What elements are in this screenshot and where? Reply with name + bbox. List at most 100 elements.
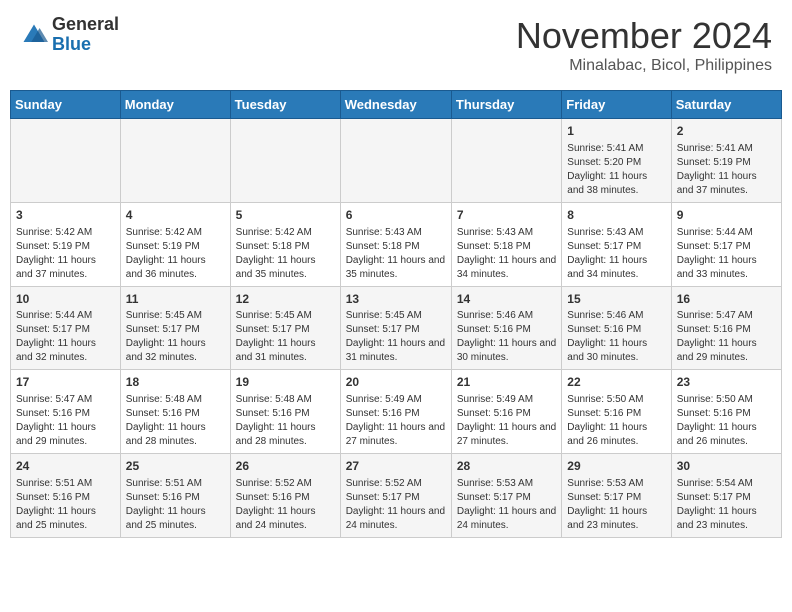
calendar-cell: 1 Sunrise: 5:41 AMSunset: 5:20 PMDaylight…: [562, 119, 671, 203]
month-title: November 2024: [516, 15, 772, 57]
day-number: 13: [346, 291, 446, 308]
calendar-table: SundayMondayTuesdayWednesdayThursdayFrid…: [10, 90, 782, 538]
title-block: November 2024 Minalabac, Bicol, Philippi…: [516, 15, 772, 75]
day-info: Sunrise: 5:49 AMSunset: 5:16 PMDaylight:…: [457, 393, 556, 449]
logo: General Blue: [20, 15, 119, 55]
calendar-week-row: 3 Sunrise: 5:42 AMSunset: 5:19 PMDaylight…: [11, 202, 782, 286]
day-info: Sunrise: 5:44 AMSunset: 5:17 PMDaylight:…: [677, 226, 776, 282]
day-info: Sunrise: 5:53 AMSunset: 5:17 PMDaylight:…: [567, 477, 665, 533]
day-number: 10: [16, 291, 115, 308]
day-number: 19: [236, 374, 335, 391]
calendar-cell: 17 Sunrise: 5:47 AMSunset: 5:16 PMDayligh…: [11, 370, 121, 454]
calendar-week-row: 10Sunrise: 5:44 AMSunset: 5:17 PMDayligh…: [11, 286, 782, 370]
day-info: Sunrise: 5:41 AMSunset: 5:20 PMDaylight:…: [567, 142, 665, 198]
weekday-header: Thursday: [451, 91, 561, 119]
day-number: 26: [236, 458, 335, 475]
calendar-cell: 19 Sunrise: 5:48 AMSunset: 5:16 PMDayligh…: [230, 370, 340, 454]
calendar-cell: 13Sunrise: 5:45 AMSunset: 5:17 PMDayligh…: [340, 286, 451, 370]
calendar-cell: [120, 119, 230, 203]
day-number: 11: [126, 291, 225, 308]
calendar-cell: 5 Sunrise: 5:42 AMSunset: 5:18 PMDaylight…: [230, 202, 340, 286]
day-number: 22: [567, 374, 665, 391]
calendar-cell: 11Sunrise: 5:45 AMSunset: 5:17 PMDayligh…: [120, 286, 230, 370]
day-info: Sunrise: 5:52 AMSunset: 5:17 PMDaylight:…: [346, 477, 446, 533]
day-info: Sunrise: 5:41 AMSunset: 5:19 PMDaylight:…: [677, 142, 776, 198]
day-info: Sunrise: 5:43 AMSunset: 5:18 PMDaylight:…: [457, 226, 556, 282]
calendar-cell: 8 Sunrise: 5:43 AMSunset: 5:17 PMDaylight…: [562, 202, 671, 286]
day-number: 6: [346, 207, 446, 224]
calendar-cell: [11, 119, 121, 203]
day-info: Sunrise: 5:47 AMSunset: 5:16 PMDaylight:…: [16, 393, 115, 449]
day-number: 8: [567, 207, 665, 224]
calendar-cell: 12Sunrise: 5:45 AMSunset: 5:17 PMDayligh…: [230, 286, 340, 370]
calendar-cell: 24Sunrise: 5:51 AMSunset: 5:16 PMDayligh…: [11, 454, 121, 538]
calendar-cell: 23Sunrise: 5:50 AMSunset: 5:16 PMDayligh…: [671, 370, 781, 454]
calendar-cell: 18Sunrise: 5:48 AMSunset: 5:16 PMDayligh…: [120, 370, 230, 454]
calendar-cell: 21 Sunrise: 5:49 AMSunset: 5:16 PMDayligh…: [451, 370, 561, 454]
day-number: 29: [567, 458, 665, 475]
calendar-cell: 15Sunrise: 5:46 AMSunset: 5:16 PMDayligh…: [562, 286, 671, 370]
calendar-cell: 2 Sunrise: 5:41 AMSunset: 5:19 PMDaylight…: [671, 119, 781, 203]
day-number: 5: [236, 207, 335, 224]
calendar-cell: 25Sunrise: 5:51 AMSunset: 5:16 PMDayligh…: [120, 454, 230, 538]
day-info: Sunrise: 5:46 AMSunset: 5:16 PMDaylight:…: [567, 309, 665, 365]
day-info: Sunrise: 5:53 AMSunset: 5:17 PMDaylight:…: [457, 477, 556, 533]
day-number: 4: [126, 207, 225, 224]
day-info: Sunrise: 5:43 AMSunset: 5:18 PMDaylight:…: [346, 226, 446, 282]
page-header: General Blue November 2024 Minalabac, Bi…: [10, 10, 782, 80]
calendar-cell: 20Sunrise: 5:49 AMSunset: 5:16 PMDayligh…: [340, 370, 451, 454]
day-info: Sunrise: 5:42 AMSunset: 5:19 PMDaylight:…: [16, 226, 115, 282]
logo-icon: [20, 21, 48, 49]
calendar-cell: 29 Sunrise: 5:53 AMSunset: 5:17 PMDayligh…: [562, 454, 671, 538]
day-number: 2: [677, 123, 776, 140]
day-info: Sunrise: 5:49 AMSunset: 5:16 PMDaylight:…: [346, 393, 446, 449]
day-info: Sunrise: 5:50 AMSunset: 5:16 PMDaylight:…: [567, 393, 665, 449]
day-number: 14: [457, 291, 556, 308]
day-number: 27: [346, 458, 446, 475]
day-number: 17: [16, 374, 115, 391]
day-info: Sunrise: 5:45 AMSunset: 5:17 PMDaylight:…: [236, 309, 335, 365]
calendar-cell: 7 Sunrise: 5:43 AMSunset: 5:18 PMDaylight…: [451, 202, 561, 286]
weekday-header: Sunday: [11, 91, 121, 119]
weekday-header: Wednesday: [340, 91, 451, 119]
calendar-cell: 22 Sunrise: 5:50 AMSunset: 5:16 PMDayligh…: [562, 370, 671, 454]
calendar-cell: 28 Sunrise: 5:53 AMSunset: 5:17 PMDayligh…: [451, 454, 561, 538]
day-info: Sunrise: 5:42 AMSunset: 5:18 PMDaylight:…: [236, 226, 335, 282]
calendar-cell: 27 Sunrise: 5:52 AMSunset: 5:17 PMDayligh…: [340, 454, 451, 538]
day-info: Sunrise: 5:47 AMSunset: 5:16 PMDaylight:…: [677, 309, 776, 365]
day-number: 12: [236, 291, 335, 308]
calendar-cell: 30 Sunrise: 5:54 AMSunset: 5:17 PMDayligh…: [671, 454, 781, 538]
day-info: Sunrise: 5:52 AMSunset: 5:16 PMDaylight:…: [236, 477, 335, 533]
location-title: Minalabac, Bicol, Philippines: [516, 57, 772, 75]
calendar-cell: 3 Sunrise: 5:42 AMSunset: 5:19 PMDaylight…: [11, 202, 121, 286]
calendar-week-row: 24Sunrise: 5:51 AMSunset: 5:16 PMDayligh…: [11, 454, 782, 538]
calendar-cell: [340, 119, 451, 203]
calendar-cell: 6 Sunrise: 5:43 AMSunset: 5:18 PMDaylight…: [340, 202, 451, 286]
weekday-header: Friday: [562, 91, 671, 119]
day-number: 30: [677, 458, 776, 475]
day-info: Sunrise: 5:42 AMSunset: 5:19 PMDaylight:…: [126, 226, 225, 282]
day-number: 1: [567, 123, 665, 140]
calendar-cell: 9 Sunrise: 5:44 AMSunset: 5:17 PMDaylight…: [671, 202, 781, 286]
calendar-header-row: SundayMondayTuesdayWednesdayThursdayFrid…: [11, 91, 782, 119]
day-number: 21: [457, 374, 556, 391]
weekday-header: Tuesday: [230, 91, 340, 119]
day-number: 25: [126, 458, 225, 475]
day-info: Sunrise: 5:43 AMSunset: 5:17 PMDaylight:…: [567, 226, 665, 282]
day-info: Sunrise: 5:54 AMSunset: 5:17 PMDaylight:…: [677, 477, 776, 533]
day-number: 24: [16, 458, 115, 475]
calendar-week-row: 1 Sunrise: 5:41 AMSunset: 5:20 PMDaylight…: [11, 119, 782, 203]
day-number: 7: [457, 207, 556, 224]
calendar-cell: [230, 119, 340, 203]
day-info: Sunrise: 5:48 AMSunset: 5:16 PMDaylight:…: [126, 393, 225, 449]
calendar-cell: 4 Sunrise: 5:42 AMSunset: 5:19 PMDaylight…: [120, 202, 230, 286]
day-number: 28: [457, 458, 556, 475]
day-number: 9: [677, 207, 776, 224]
day-info: Sunrise: 5:48 AMSunset: 5:16 PMDaylight:…: [236, 393, 335, 449]
day-info: Sunrise: 5:45 AMSunset: 5:17 PMDaylight:…: [346, 309, 446, 365]
logo-text: General Blue: [52, 15, 119, 55]
calendar-week-row: 17 Sunrise: 5:47 AMSunset: 5:16 PMDayligh…: [11, 370, 782, 454]
day-number: 3: [16, 207, 115, 224]
calendar-cell: 26 Sunrise: 5:52 AMSunset: 5:16 PMDayligh…: [230, 454, 340, 538]
calendar-cell: 14Sunrise: 5:46 AMSunset: 5:16 PMDayligh…: [451, 286, 561, 370]
